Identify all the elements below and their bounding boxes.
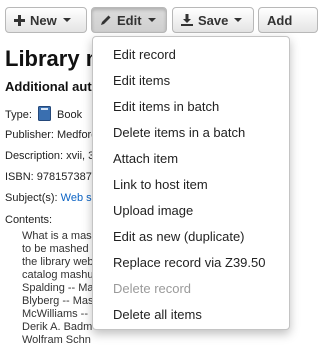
menu-item-edit-items[interactable]: Edit items xyxy=(113,73,170,88)
menu-item-delete-items-in-batch[interactable]: Delete items in a batch xyxy=(113,125,245,140)
isbn-value: 9781573873 xyxy=(36,171,98,183)
isbn-label: ISBN: xyxy=(5,171,34,183)
edit-button-label: Edit xyxy=(117,12,142,28)
toolbar: New Edit Save Add xyxy=(0,0,318,40)
menu-item-delete-record: Delete record xyxy=(113,281,192,296)
menu-item-upload-image[interactable]: Upload image xyxy=(113,203,193,218)
menu-item-delete-all-items[interactable]: Delete all items xyxy=(113,307,202,322)
save-button-label: Save xyxy=(198,12,229,28)
publisher-label: Publisher: xyxy=(5,129,54,141)
add-button[interactable]: Add xyxy=(258,7,318,33)
edit-button[interactable]: Edit xyxy=(91,7,167,33)
add-button-label: Add xyxy=(267,12,293,28)
pencil-icon xyxy=(100,14,112,26)
description-label: Description: xyxy=(5,150,64,162)
contents-line: to be mashed xyxy=(22,243,89,255)
contents-line: Blyberg -- Mas xyxy=(22,295,94,307)
type-label: Type: xyxy=(5,109,32,121)
subjects-label: Subject(s): xyxy=(5,192,58,204)
plus-icon xyxy=(14,14,25,26)
contents-line: Spalding -- Ma xyxy=(22,282,94,294)
contents-line: Derik A. Badm xyxy=(22,321,93,333)
menu-item-edit-record[interactable]: Edit record xyxy=(113,47,176,62)
menu-item-edit-as-new[interactable]: Edit as new (duplicate) xyxy=(113,229,245,244)
description-value: xvii, 3 xyxy=(66,150,95,162)
description-row: Description: xvii, 3 xyxy=(5,150,94,162)
chevron-down-icon xyxy=(234,18,243,22)
contents-line: McWilliams -- xyxy=(22,308,88,320)
save-button[interactable]: Save xyxy=(172,7,254,33)
contents-line: the library web xyxy=(22,256,94,268)
contents-line: What is a mas xyxy=(22,230,92,242)
subject-link[interactable]: Web si xyxy=(61,192,94,204)
menu-item-link-to-host-item[interactable]: Link to host item xyxy=(113,177,208,192)
menu-item-replace-record[interactable]: Replace record via Z39.50 xyxy=(113,255,265,270)
menu-item-attach-item[interactable]: Attach item xyxy=(113,151,178,166)
publisher-row: Publisher: Medford xyxy=(5,129,97,141)
isbn-row: ISBN: 9781573873 xyxy=(5,171,98,183)
menu-item-edit-items-in-batch[interactable]: Edit items in batch xyxy=(113,99,219,114)
download-icon xyxy=(181,14,193,26)
contents-label: Contents: xyxy=(5,214,53,226)
page-title: Library m xyxy=(5,46,106,71)
new-button[interactable]: New xyxy=(5,7,87,33)
chevron-down-icon xyxy=(147,18,156,22)
book-icon xyxy=(37,106,51,124)
additional-authors-heading: Additional auth xyxy=(5,79,100,94)
new-button-label: New xyxy=(30,12,57,28)
subjects-row: Subject(s): Web si xyxy=(5,192,94,204)
type-row: Type: Book xyxy=(5,106,82,124)
type-value: Book xyxy=(57,109,83,121)
chevron-down-icon xyxy=(62,18,71,22)
edit-dropdown-menu: Edit record Edit items Edit items in bat… xyxy=(92,36,290,330)
contents-line: catalog mashu xyxy=(22,269,94,281)
